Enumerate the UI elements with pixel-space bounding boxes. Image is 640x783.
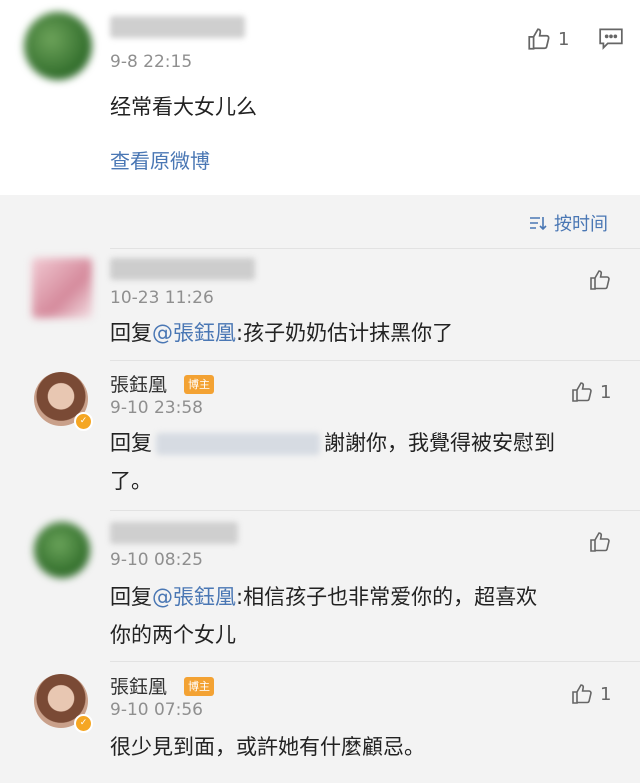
blogger-badge: 博主: [184, 677, 214, 696]
reply-text: 回复@張鈺凰:孩子奶奶估计抹黑你了: [110, 314, 453, 352]
reply-prefix: 回复: [110, 321, 152, 345]
username[interactable]: 張鈺凰: [110, 672, 167, 699]
reply-body: :相信孩子也非常爱你的，超喜欢: [236, 585, 538, 609]
view-original-link[interactable]: 查看原微博: [110, 142, 210, 180]
mention-link[interactable]: @張鈺凰: [152, 585, 236, 609]
thumbs-up-icon: [590, 532, 610, 552]
comment-button[interactable]: [598, 26, 624, 54]
like-button[interactable]: [588, 530, 612, 554]
thumbs-up-icon: [590, 270, 610, 290]
like-count: 1: [600, 381, 612, 403]
reply-body: :孩子奶奶估计抹黑你了: [236, 321, 454, 345]
divider: [110, 360, 640, 361]
thumbs-up-icon: [572, 684, 592, 704]
top-comment: 9-8 22:15 经常看大女儿么 查看原微博 1: [0, 0, 640, 195]
like-button[interactable]: [588, 268, 612, 292]
reply-text: 回复@張鈺凰:相信孩子也非常爱你的，超喜欢 你的两个女儿: [110, 578, 620, 654]
sort-icon: [530, 217, 547, 231]
blogger-badge: 博主: [184, 375, 214, 394]
comment-time: 9-8 22:15: [110, 52, 193, 72]
like-count: 1: [600, 683, 612, 705]
thumbs-up-icon: [572, 382, 592, 402]
like-button[interactable]: 1: [570, 682, 611, 706]
sort-label: 按时间: [554, 214, 608, 235]
like-button[interactable]: 1: [526, 26, 569, 52]
reply-prefix: 回复: [110, 431, 152, 455]
verified-icon: ✓: [74, 412, 93, 431]
reply-body-continued: 你的两个女儿: [110, 623, 236, 647]
reply-body: 謝謝你，我覺得被安慰到: [324, 431, 555, 455]
reply-time: 9-10 08:25: [110, 550, 203, 570]
username-blurred[interactable]: [110, 522, 238, 544]
reply-time: 10-23 11:26: [110, 288, 214, 308]
avatar[interactable]: [24, 12, 92, 80]
reply-time: 9-10 23:58: [110, 398, 203, 418]
reply-time: 9-10 07:56: [110, 700, 203, 720]
like-button[interactable]: 1: [570, 380, 611, 404]
reply-body-continued: 了。: [110, 469, 152, 493]
username[interactable]: 張鈺凰: [110, 370, 167, 397]
like-count: 1: [558, 28, 570, 50]
comment-icon: [599, 28, 623, 50]
avatar[interactable]: [34, 522, 90, 578]
reply-text: 很少見到面，或許她有什麼顧忌。: [110, 735, 425, 759]
sort-by-time-button[interactable]: 按时间: [528, 210, 608, 236]
comment-text: 经常看大女儿么: [110, 95, 257, 119]
username-blurred[interactable]: [110, 16, 245, 38]
avatar[interactable]: [32, 258, 92, 318]
divider: [110, 661, 640, 662]
reply-text: 回复 謝謝你，我覺得被安慰到 了。: [110, 424, 610, 500]
mention-link[interactable]: @張鈺凰: [152, 321, 236, 345]
mention-blurred[interactable]: [156, 433, 320, 455]
username-blurred[interactable]: [110, 258, 255, 280]
divider: [110, 248, 640, 249]
verified-icon: ✓: [74, 714, 93, 733]
thumbs-up-icon: [528, 28, 550, 50]
reply-prefix: 回复: [110, 585, 152, 609]
divider: [110, 510, 640, 511]
